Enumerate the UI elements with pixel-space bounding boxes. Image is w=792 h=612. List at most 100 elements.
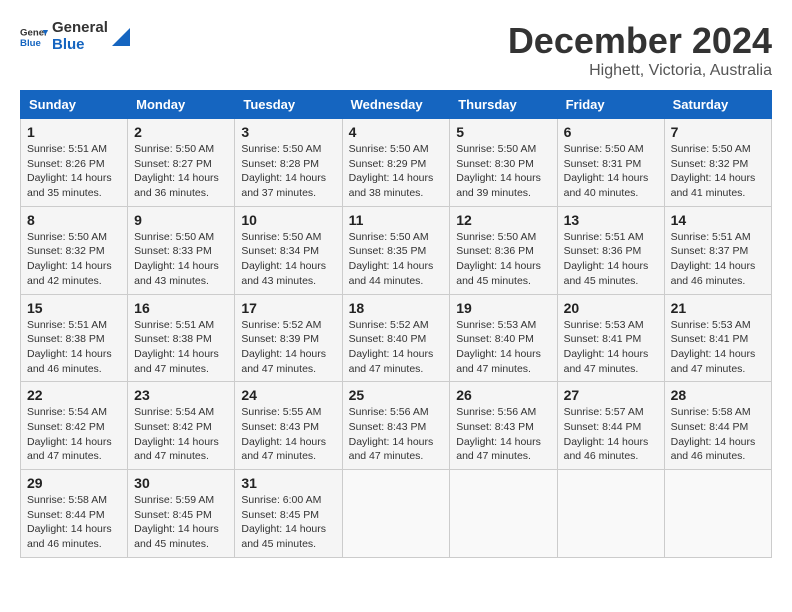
day-info: Sunrise: 5:51 AMSunset: 8:26 PMDaylight:… — [27, 142, 121, 201]
calendar-week-row: 8 Sunrise: 5:50 AMSunset: 8:32 PMDaylight… — [21, 206, 772, 294]
calendar-cell — [342, 470, 450, 558]
calendar-cell: 10 Sunrise: 5:50 AMSunset: 8:34 PMDayligh… — [235, 206, 342, 294]
calendar-table: SundayMondayTuesdayWednesdayThursdayFrid… — [20, 90, 772, 558]
calendar-cell: 13 Sunrise: 5:51 AMSunset: 8:36 PMDayligh… — [557, 206, 664, 294]
calendar-cell: 19 Sunrise: 5:53 AMSunset: 8:40 PMDayligh… — [450, 294, 557, 382]
calendar-cell: 7 Sunrise: 5:50 AMSunset: 8:32 PMDaylight… — [664, 119, 771, 207]
day-number: 20 — [564, 300, 658, 316]
calendar-cell — [664, 470, 771, 558]
day-number: 22 — [27, 387, 121, 403]
day-info: Sunrise: 5:55 AMSunset: 8:43 PMDaylight:… — [241, 405, 335, 464]
day-info: Sunrise: 5:51 AMSunset: 8:37 PMDaylight:… — [671, 230, 765, 289]
day-info: Sunrise: 5:58 AMSunset: 8:44 PMDaylight:… — [27, 493, 121, 552]
logo-triangle-icon — [112, 28, 130, 46]
day-info: Sunrise: 5:50 AMSunset: 8:29 PMDaylight:… — [349, 142, 444, 201]
day-info: Sunrise: 5:52 AMSunset: 8:40 PMDaylight:… — [349, 318, 444, 377]
day-number: 30 — [134, 475, 228, 491]
day-info: Sunrise: 5:50 AMSunset: 8:30 PMDaylight:… — [456, 142, 550, 201]
day-number: 28 — [671, 387, 765, 403]
calendar-cell: 2 Sunrise: 5:50 AMSunset: 8:27 PMDaylight… — [128, 119, 235, 207]
day-number: 11 — [349, 212, 444, 228]
day-number: 21 — [671, 300, 765, 316]
day-number: 14 — [671, 212, 765, 228]
day-number: 17 — [241, 300, 335, 316]
day-number: 25 — [349, 387, 444, 403]
calendar-cell: 3 Sunrise: 5:50 AMSunset: 8:28 PMDaylight… — [235, 119, 342, 207]
calendar-day-header: Friday — [557, 91, 664, 119]
day-number: 31 — [241, 475, 335, 491]
calendar-cell: 27Sunrise: 5:57 AMSunset: 8:44 PMDayligh… — [557, 382, 664, 470]
day-info: Sunrise: 5:50 AMSunset: 8:32 PMDaylight:… — [671, 142, 765, 201]
calendar-cell: 26 Sunrise: 5:56 AMSunset: 8:43 PMDayligh… — [450, 382, 557, 470]
calendar-week-row: 15Sunrise: 5:51 AMSunset: 8:38 PMDayligh… — [21, 294, 772, 382]
day-info: Sunrise: 5:50 AMSunset: 8:31 PMDaylight:… — [564, 142, 658, 201]
calendar-cell: 21 Sunrise: 5:53 AMSunset: 8:41 PMDayligh… — [664, 294, 771, 382]
day-number: 1 — [27, 124, 121, 140]
day-number: 4 — [349, 124, 444, 140]
day-number: 2 — [134, 124, 228, 140]
title-block: December 2024 Highett, Victoria, Austral… — [508, 20, 772, 80]
calendar-cell: 12Sunrise: 5:50 AMSunset: 8:36 PMDayligh… — [450, 206, 557, 294]
day-info: Sunrise: 5:59 AMSunset: 8:45 PMDaylight:… — [134, 493, 228, 552]
day-info: Sunrise: 5:50 AMSunset: 8:34 PMDaylight:… — [241, 230, 335, 289]
day-number: 5 — [456, 124, 550, 140]
day-info: Sunrise: 5:50 AMSunset: 8:32 PMDaylight:… — [27, 230, 121, 289]
calendar-week-row: 1 Sunrise: 5:51 AMSunset: 8:26 PMDaylight… — [21, 119, 772, 207]
day-number: 7 — [671, 124, 765, 140]
day-number: 16 — [134, 300, 228, 316]
day-info: Sunrise: 5:50 AMSunset: 8:27 PMDaylight:… — [134, 142, 228, 201]
day-info: Sunrise: 5:58 AMSunset: 8:44 PMDaylight:… — [671, 405, 765, 464]
calendar-cell: 14 Sunrise: 5:51 AMSunset: 8:37 PMDayligh… — [664, 206, 771, 294]
calendar-day-header: Wednesday — [342, 91, 450, 119]
calendar-cell: 23Sunrise: 5:54 AMSunset: 8:42 PMDayligh… — [128, 382, 235, 470]
calendar-cell: 25 Sunrise: 5:56 AMSunset: 8:43 PMDayligh… — [342, 382, 450, 470]
day-info: Sunrise: 6:00 AMSunset: 8:45 PMDaylight:… — [241, 493, 335, 552]
calendar-cell: 11 Sunrise: 5:50 AMSunset: 8:35 PMDayligh… — [342, 206, 450, 294]
calendar-cell: 16 Sunrise: 5:51 AMSunset: 8:38 PMDayligh… — [128, 294, 235, 382]
day-number: 6 — [564, 124, 658, 140]
calendar-week-row: 22Sunrise: 5:54 AMSunset: 8:42 PMDayligh… — [21, 382, 772, 470]
svg-text:General: General — [20, 27, 48, 38]
calendar-cell — [450, 470, 557, 558]
day-number: 3 — [241, 124, 335, 140]
day-number: 13 — [564, 212, 658, 228]
day-number: 18 — [349, 300, 444, 316]
calendar-cell: 4 Sunrise: 5:50 AMSunset: 8:29 PMDaylight… — [342, 119, 450, 207]
calendar-cell: 5 Sunrise: 5:50 AMSunset: 8:30 PMDaylight… — [450, 119, 557, 207]
day-number: 9 — [134, 212, 228, 228]
day-info: Sunrise: 5:50 AMSunset: 8:36 PMDaylight:… — [456, 230, 550, 289]
day-info: Sunrise: 5:52 AMSunset: 8:39 PMDaylight:… — [241, 318, 335, 377]
calendar-day-header: Sunday — [21, 91, 128, 119]
calendar-cell: 8 Sunrise: 5:50 AMSunset: 8:32 PMDaylight… — [21, 206, 128, 294]
day-info: Sunrise: 5:51 AMSunset: 8:38 PMDaylight:… — [134, 318, 228, 377]
location: Highett, Victoria, Australia — [508, 62, 772, 80]
calendar-cell: 28 Sunrise: 5:58 AMSunset: 8:44 PMDayligh… — [664, 382, 771, 470]
calendar-day-header: Monday — [128, 91, 235, 119]
calendar-cell: 15Sunrise: 5:51 AMSunset: 8:38 PMDayligh… — [21, 294, 128, 382]
calendar-header: SundayMondayTuesdayWednesdayThursdayFrid… — [21, 91, 772, 119]
day-number: 26 — [456, 387, 550, 403]
day-number: 19 — [456, 300, 550, 316]
calendar-cell: 1 Sunrise: 5:51 AMSunset: 8:26 PMDaylight… — [21, 119, 128, 207]
day-info: Sunrise: 5:50 AMSunset: 8:33 PMDaylight:… — [134, 230, 228, 289]
day-info: Sunrise: 5:53 AMSunset: 8:41 PMDaylight:… — [671, 318, 765, 377]
day-info: Sunrise: 5:53 AMSunset: 8:41 PMDaylight:… — [564, 318, 658, 377]
calendar-cell: 20 Sunrise: 5:53 AMSunset: 8:41 PMDayligh… — [557, 294, 664, 382]
day-info: Sunrise: 5:51 AMSunset: 8:36 PMDaylight:… — [564, 230, 658, 289]
day-number: 23 — [134, 387, 228, 403]
day-number: 8 — [27, 212, 121, 228]
day-info: Sunrise: 5:50 AMSunset: 8:35 PMDaylight:… — [349, 230, 444, 289]
calendar-cell: 22Sunrise: 5:54 AMSunset: 8:42 PMDayligh… — [21, 382, 128, 470]
calendar-cell: 6 Sunrise: 5:50 AMSunset: 8:31 PMDaylight… — [557, 119, 664, 207]
day-info: Sunrise: 5:50 AMSunset: 8:28 PMDaylight:… — [241, 142, 335, 201]
day-info: Sunrise: 5:56 AMSunset: 8:43 PMDaylight:… — [456, 405, 550, 464]
logo-icon: General Blue — [20, 23, 48, 51]
day-number: 27 — [564, 387, 658, 403]
day-info: Sunrise: 5:51 AMSunset: 8:38 PMDaylight:… — [27, 318, 121, 377]
day-info: Sunrise: 5:53 AMSunset: 8:40 PMDaylight:… — [456, 318, 550, 377]
day-info: Sunrise: 5:56 AMSunset: 8:43 PMDaylight:… — [349, 405, 444, 464]
day-number: 10 — [241, 212, 335, 228]
day-number: 24 — [241, 387, 335, 403]
calendar-cell: 30 Sunrise: 5:59 AMSunset: 8:45 PMDayligh… — [128, 470, 235, 558]
month-title: December 2024 — [508, 20, 772, 62]
